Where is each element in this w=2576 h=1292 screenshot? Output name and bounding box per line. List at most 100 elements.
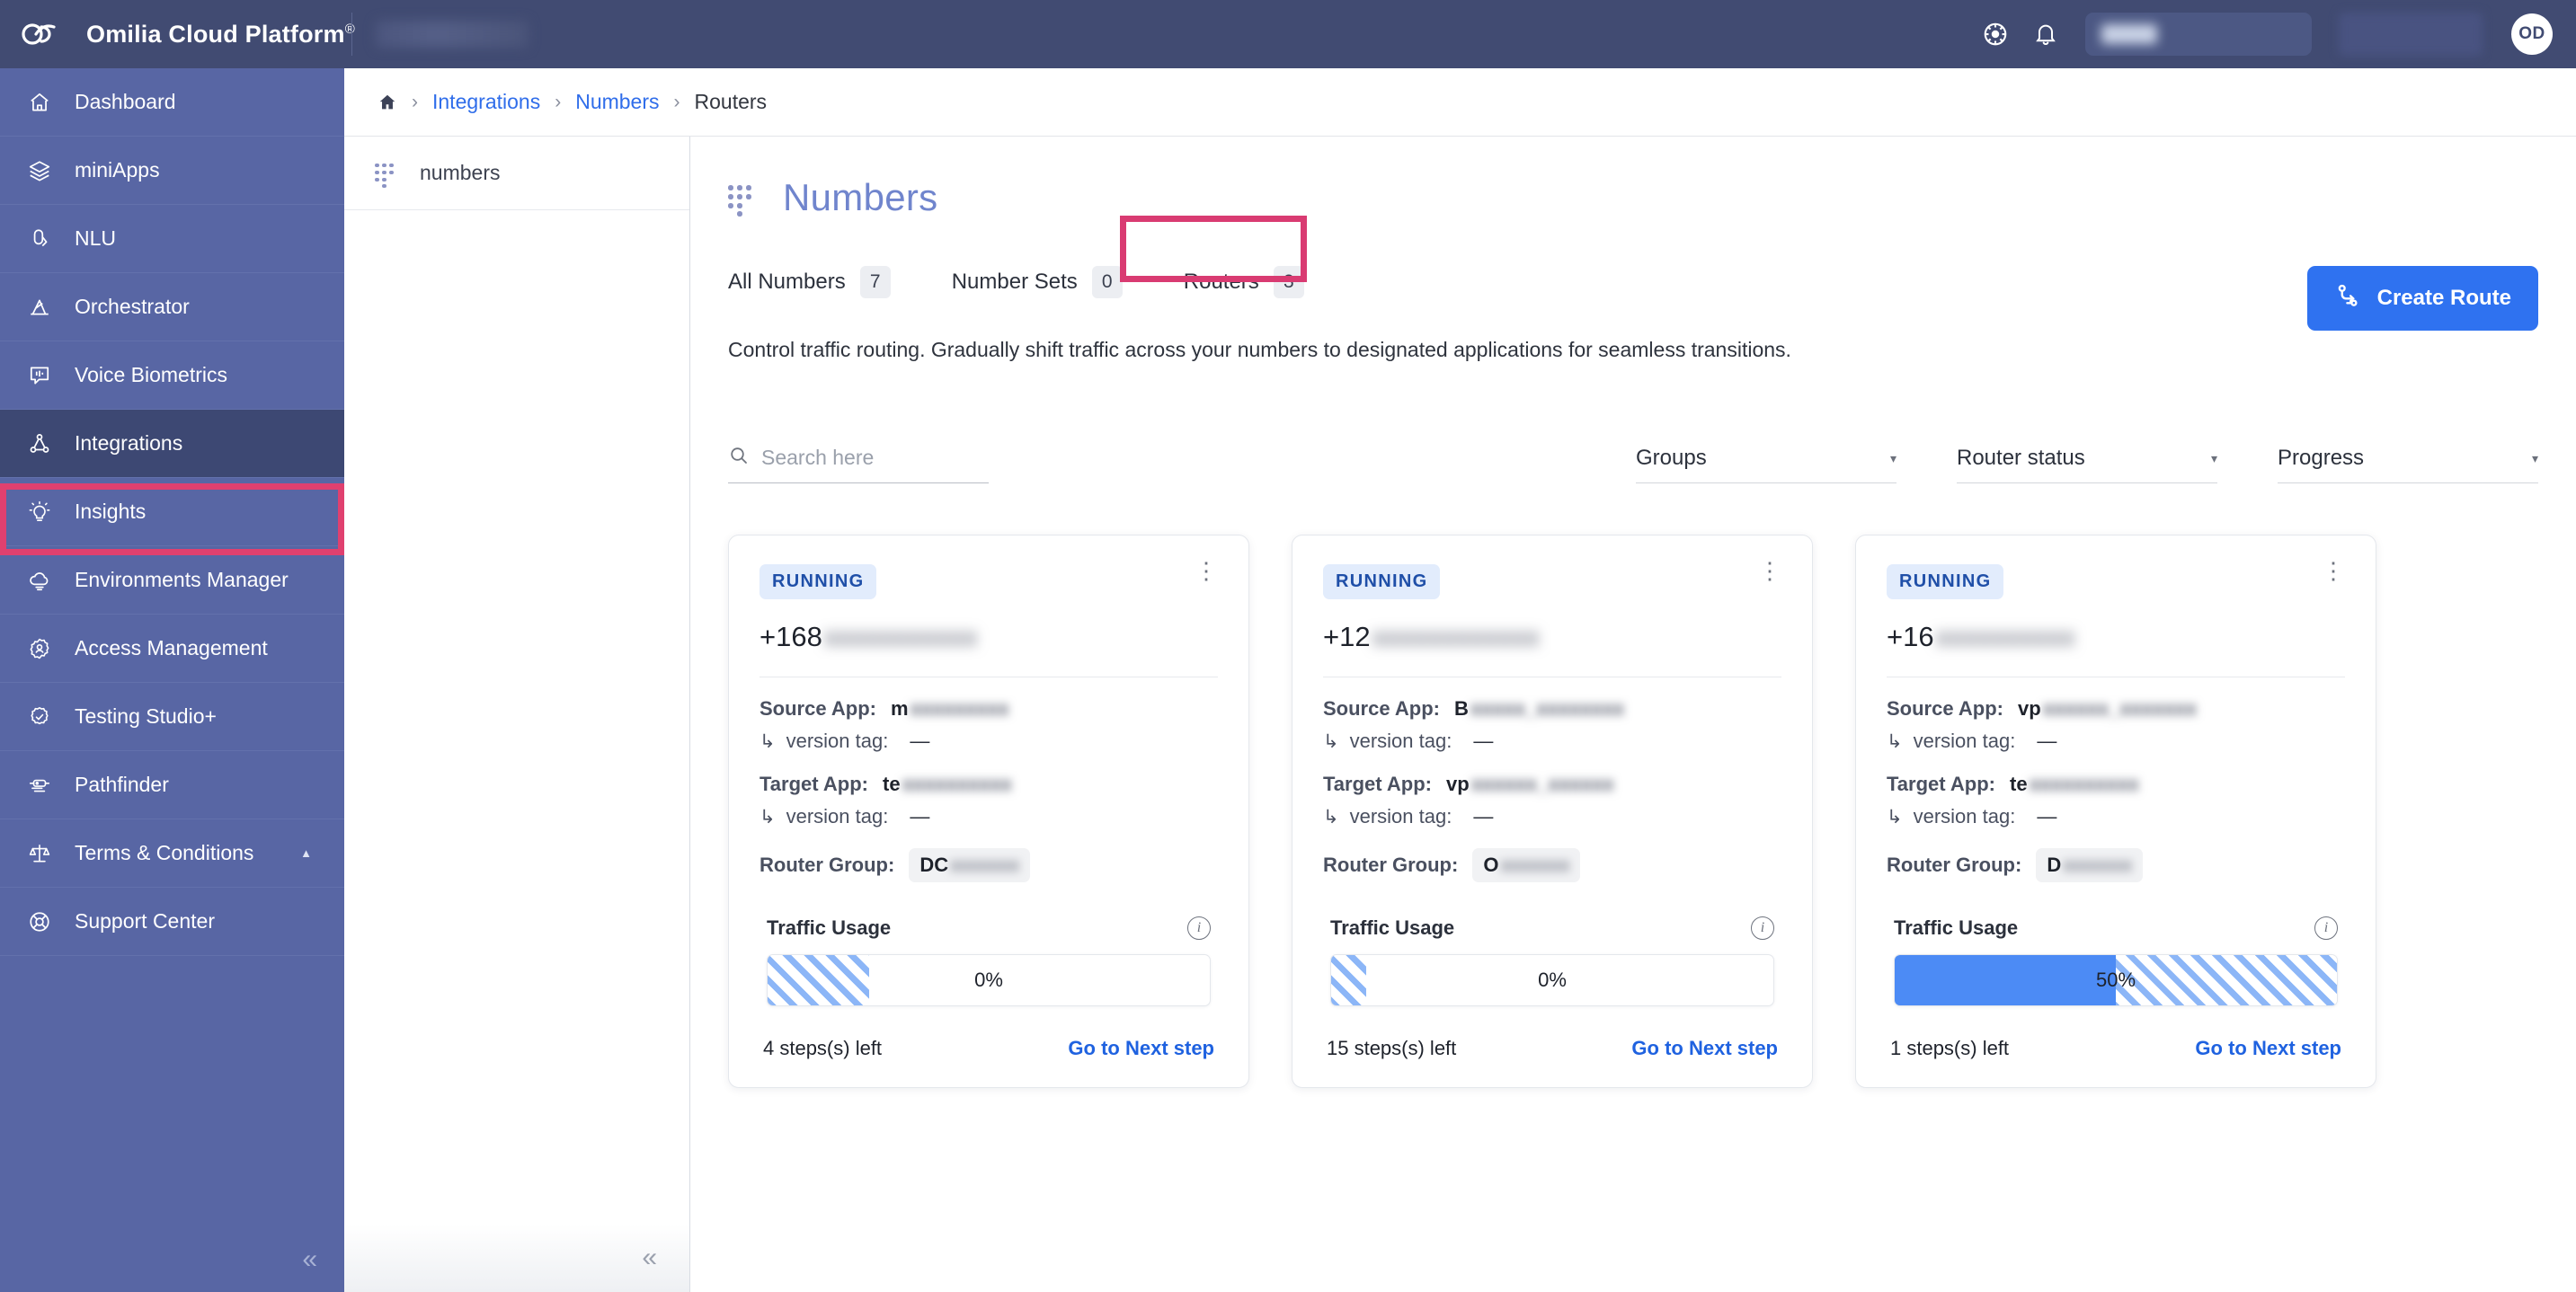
traffic-usage-label: Traffic Usage	[1330, 916, 1454, 940]
router-group-row: Router Group: DC xxxxxxx	[759, 848, 1218, 882]
source-app-redacted: xxxxxxxxx	[910, 697, 1009, 721]
home-icon[interactable]	[378, 93, 397, 112]
secondary-nav-item-numbers[interactable]: numbers	[344, 137, 689, 210]
card-footer: 1 steps(s) left Go to Next step	[1887, 1037, 2345, 1060]
tab-count-badge: 3	[1274, 266, 1304, 298]
router-card[interactable]: RUNNING ⋮ +168 xxxxxxxxxxx Source App: m…	[728, 535, 1249, 1088]
sidebar-item-label: miniApps	[75, 158, 160, 182]
filter-groups-label: Groups	[1636, 446, 1707, 471]
router-number: +168 xxxxxxxxxxx	[759, 621, 1218, 677]
info-icon[interactable]: i	[2314, 916, 2338, 940]
bell-icon[interactable]	[2021, 9, 2071, 59]
tab-all-numbers[interactable]: All Numbers 7	[728, 257, 914, 307]
source-app-redacted: xxxxxx_xxxxxxx	[2043, 697, 2197, 721]
pathfinder-icon	[27, 773, 52, 798]
router-group-redacted: xxxxxxx	[950, 854, 1019, 877]
router-group-value: DC	[919, 854, 948, 877]
router-group-row: Router Group: D xxxxxxx	[1887, 848, 2345, 882]
target-app-label: Target App:	[1323, 773, 1432, 796]
target-app-value: vp xxxxxx_xxxxxx	[1446, 773, 1614, 796]
router-number-prefix: +12	[1323, 621, 1371, 653]
sidebar-collapse-button[interactable]: «	[0, 1227, 344, 1292]
tab-number-sets[interactable]: Number Sets 0	[952, 257, 1146, 307]
sidebar-item-nlu[interactable]: NLU	[0, 205, 344, 273]
target-app-redacted: xxxxxxxxxx	[2030, 773, 2139, 796]
tab-label: All Numbers	[728, 270, 846, 295]
sidebar-item-terms-conditions[interactable]: Terms & Conditions ▲	[0, 819, 344, 888]
go-to-next-step-link[interactable]: Go to Next step	[1631, 1037, 1778, 1060]
sidebar-item-miniapps[interactable]: miniApps	[0, 137, 344, 205]
card-menu-icon[interactable]: ⋮	[2322, 564, 2345, 577]
tab-routers[interactable]: Routers 3	[1184, 257, 1328, 307]
sidebar-item-orchestrator[interactable]: Orchestrator	[0, 273, 344, 341]
home-icon	[27, 90, 52, 115]
chevron-up-icon[interactable]: ▲	[300, 846, 312, 860]
sidebar-item-environments-manager[interactable]: Environments Manager	[0, 546, 344, 615]
target-app-row: Target App: te xxxxxxxxxx	[759, 773, 1218, 796]
dot-grid-icon	[728, 181, 759, 214]
avatar[interactable]: OD	[2511, 13, 2553, 55]
brand-title-text: Omilia Cloud Platform	[86, 21, 345, 48]
router-group-chip: D xxxxxxx	[2036, 848, 2143, 882]
target-version-value: —	[2037, 805, 2056, 828]
search-input[interactable]	[761, 446, 989, 470]
info-icon[interactable]: i	[1187, 916, 1211, 940]
sidebar-item-dashboard[interactable]: Dashboard	[0, 68, 344, 137]
router-number-redacted: xxxxxxxxxxx	[824, 621, 978, 653]
chevron-down-icon: ▾	[2211, 451, 2217, 466]
card-menu-icon[interactable]: ⋮	[1195, 564, 1218, 577]
traffic-progress-bar: 0%	[1330, 954, 1774, 1006]
sidebar-item-label: Insights	[75, 500, 146, 524]
brightness-icon[interactable]	[1970, 9, 2021, 59]
topbar-search-box[interactable]	[2085, 13, 2312, 56]
router-card[interactable]: RUNNING ⋮ +12 xxxxxxxxxxxx Source App: B…	[1292, 535, 1813, 1088]
secondary-nav-spacer	[344, 210, 689, 1224]
filter-router-status[interactable]: Router status ▾	[1957, 446, 2217, 483]
brand[interactable]: Omilia Cloud Platform®	[0, 16, 344, 52]
sidebar-item-testing-studio[interactable]: Testing Studio+	[0, 683, 344, 751]
page-header: Numbers	[690, 137, 2576, 219]
topbar-icon-group: OD	[1970, 9, 2576, 59]
router-card[interactable]: RUNNING ⋮ +16 xxxxxxxxxx Source App: vp …	[1855, 535, 2376, 1088]
breadcrumb-link-numbers[interactable]: Numbers	[575, 90, 659, 114]
sidebar-item-voice-biometrics[interactable]: Voice Biometrics	[0, 341, 344, 410]
target-app-row: Target App: vp xxxxxx_xxxxxx	[1323, 773, 1781, 796]
filter-progress-label: Progress	[2278, 446, 2364, 471]
target-version-label: version tag:	[1350, 805, 1452, 828]
router-group-label: Router Group:	[1323, 854, 1458, 877]
breadcrumb-separator: ›	[555, 92, 561, 113]
source-version-value: —	[2037, 730, 2056, 753]
info-icon[interactable]: i	[1751, 916, 1774, 940]
card-menu-icon[interactable]: ⋮	[1758, 564, 1781, 577]
sidebar-item-pathfinder[interactable]: Pathfinder	[0, 751, 344, 819]
go-to-next-step-link[interactable]: Go to Next step	[2195, 1037, 2341, 1060]
source-app-row: Source App: vp xxxxxx_xxxxxxx	[1887, 697, 2345, 721]
tab-label: Routers	[1184, 270, 1259, 295]
router-group-chip: DC xxxxxxx	[909, 848, 1030, 882]
source-version-label: version tag:	[1350, 730, 1452, 753]
go-to-next-step-link[interactable]: Go to Next step	[1068, 1037, 1214, 1060]
card-header: RUNNING ⋮	[1887, 564, 2345, 599]
create-route-button[interactable]: Create Route	[2307, 266, 2538, 331]
breadcrumb-link-integrations[interactable]: Integrations	[432, 90, 540, 114]
tab-count-badge: 0	[1092, 266, 1123, 298]
search-field[interactable]	[728, 445, 989, 483]
sidebar-item-label: Pathfinder	[75, 773, 169, 797]
target-app-row: Target App: te xxxxxxxxxx	[1887, 773, 2345, 796]
sidebar-item-access-management[interactable]: Access Management	[0, 615, 344, 683]
source-version-label: version tag:	[1914, 730, 2016, 753]
sidebar-spacer	[0, 956, 344, 1227]
traffic-usage-label: Traffic Usage	[1894, 916, 2018, 940]
traffic-progress-bar: 50%	[1894, 954, 2338, 1006]
sidebar-item-label: Dashboard	[75, 90, 176, 114]
filter-groups[interactable]: Groups ▾	[1636, 446, 1896, 483]
page-description: Control traffic routing. Gradually shift…	[690, 307, 2576, 362]
filter-progress[interactable]: Progress ▾	[2278, 446, 2538, 483]
search-icon	[728, 445, 750, 471]
sidebar-item-integrations[interactable]: Integrations	[0, 410, 344, 478]
secondary-nav-collapse-button[interactable]: «	[344, 1224, 689, 1292]
integrations-icon	[27, 431, 52, 456]
main-content: Numbers All Numbers 7 Number Sets 0 Rout…	[690, 137, 2576, 1292]
sidebar-item-insights[interactable]: Insights	[0, 478, 344, 546]
sidebar-item-support-center[interactable]: Support Center	[0, 888, 344, 956]
